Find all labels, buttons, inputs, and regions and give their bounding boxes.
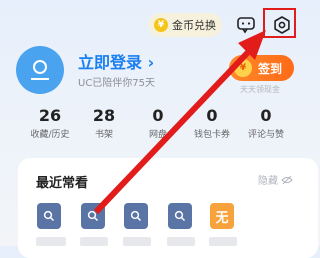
annotation-arrow: [93, 30, 266, 215]
